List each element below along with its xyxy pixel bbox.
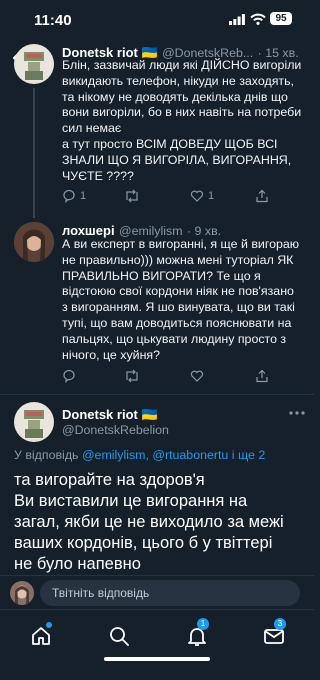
tweet-line: ЧУЄТЕ ???? — [62, 168, 134, 183]
tweet-actions: 1 1 — [62, 187, 312, 207]
home-indicator — [104, 657, 210, 661]
like-button[interactable]: 1 — [190, 187, 214, 205]
battery-indicator: 95 — [270, 12, 292, 25]
reply-icon — [63, 189, 75, 203]
author-handle[interactable]: @emilylism — [119, 224, 183, 238]
share-button[interactable] — [255, 367, 269, 385]
reply-icon — [63, 369, 75, 383]
nav-search[interactable] — [107, 624, 131, 648]
share-button[interactable] — [255, 187, 269, 205]
more-options-icon[interactable] — [288, 410, 306, 416]
retweet-icon — [126, 369, 138, 383]
author-name[interactable]: Donetsk riot 🇺🇦 — [62, 407, 158, 423]
avatar-image — [24, 410, 44, 438]
cellular-signal-icon — [229, 14, 245, 25]
thread-line — [33, 88, 35, 218]
like-button[interactable] — [190, 367, 204, 385]
nav-home[interactable] — [29, 622, 53, 648]
tweet-line: та нікому не доводять декілька днів що — [62, 89, 288, 104]
divider — [0, 394, 314, 395]
avatar-image — [14, 222, 54, 262]
avatar[interactable] — [14, 44, 54, 84]
tweet-line: а тут просто ВСІМ ДОВЕДУ ЩОБ ВСІ — [62, 136, 278, 151]
tweet-line: з вигоранням. Я шо винувата, що ви такі — [62, 300, 295, 315]
tweet-line: загал, якби це не виходило за межі — [14, 513, 284, 531]
search-icon — [110, 627, 129, 646]
avatar[interactable] — [14, 222, 54, 262]
like-count: 1 — [208, 190, 215, 202]
notifications-badge: 1 — [197, 618, 209, 630]
retweet-button[interactable] — [124, 367, 140, 385]
tweet-line: Блін, зазвичай люди які ДІЙСНО вигоріли — [62, 58, 302, 72]
reply-to-users[interactable]: @emilylism, @rtuabonertu і ще 2 — [82, 448, 265, 462]
reply-context: У відповідь @emilylism, @rtuabonertu і щ… — [14, 448, 310, 462]
tweet-time: · 9 хв. — [186, 224, 222, 238]
tweet-body: А ви експерт в вигоранні, я ще й вигораю… — [62, 237, 312, 363]
avatar-image — [24, 52, 44, 80]
avatar[interactable] — [14, 402, 54, 442]
author-handle[interactable]: @DonetskRebelion — [62, 423, 169, 437]
wifi-icon — [250, 13, 266, 25]
tweet-line: викидають телефон, нікуди не заходять, — [62, 73, 294, 88]
avatar-image — [15, 585, 29, 605]
tweet-line: Ви виставили це вигорання на — [14, 492, 248, 510]
tweet-line: нічого, це хуйня? — [62, 347, 161, 362]
tweet-line: А ви експерт в вигоранні, я ще й вигораю — [62, 237, 300, 251]
tweet-line: ваших кордонів, цього б у твіттері — [14, 534, 273, 552]
tweet-body: Блін, зазвичай люди які ДІЙСНО вигоріли … — [62, 58, 312, 184]
clock: 11:40 — [34, 12, 72, 29]
tweet-line: не правильно))) можна мені туторіал ЯК — [62, 252, 294, 267]
heart-icon — [190, 190, 204, 202]
status-bar: 11:40 95 — [0, 0, 314, 44]
tweet-line: відстоюю свої кордони ніяк не пов'язано — [62, 284, 294, 299]
reply-button[interactable] — [62, 367, 76, 385]
new-content-dot — [46, 622, 52, 628]
my-avatar[interactable] — [10, 581, 34, 605]
tweet-actions — [62, 367, 312, 387]
nav-notifications[interactable]: 1 — [185, 618, 209, 648]
tweet-line: не було напевно — [14, 555, 141, 573]
heart-icon — [190, 370, 204, 382]
reply-prefix: У відповідь — [14, 448, 79, 462]
tweet-line: та вигорайте на здоров'я — [14, 471, 205, 489]
share-icon — [256, 369, 268, 383]
tweet-line: ЗНАЛИ ЩО Я ВИГОРІЛА, ВИГОРАННЯ, — [62, 152, 292, 167]
tweet-line: пальцях, що цькувати людину просто з — [62, 331, 287, 346]
retweet-icon — [126, 189, 138, 203]
reply-count: 1 — [80, 190, 87, 202]
author-name[interactable]: лохшері — [62, 223, 115, 238]
tweet-line: вони вигоріли, бо в них навіть на потреб… — [62, 105, 302, 120]
messages-badge: 3 — [274, 618, 286, 630]
tweet-line: тупі, що вам доводиться пояснювати на — [62, 315, 292, 330]
share-icon — [256, 189, 268, 203]
nav-messages[interactable]: 3 — [262, 618, 286, 648]
main-tweet-body: та вигорайте на здоров'я Ви виставили це… — [14, 470, 314, 575]
tweet-line: сил немає — [62, 121, 122, 136]
reply-input[interactable]: Твітніть відповідь — [40, 580, 300, 606]
bottom-nav: 1 3 — [0, 609, 314, 680]
retweet-button[interactable] — [124, 187, 140, 205]
reply-button[interactable]: 1 — [62, 187, 86, 205]
reply-composer: Твітніть відповідь — [0, 575, 314, 609]
tweet-line: ПРАВИЛЬНО ВИГОРАТИ? Те що я — [62, 268, 261, 283]
